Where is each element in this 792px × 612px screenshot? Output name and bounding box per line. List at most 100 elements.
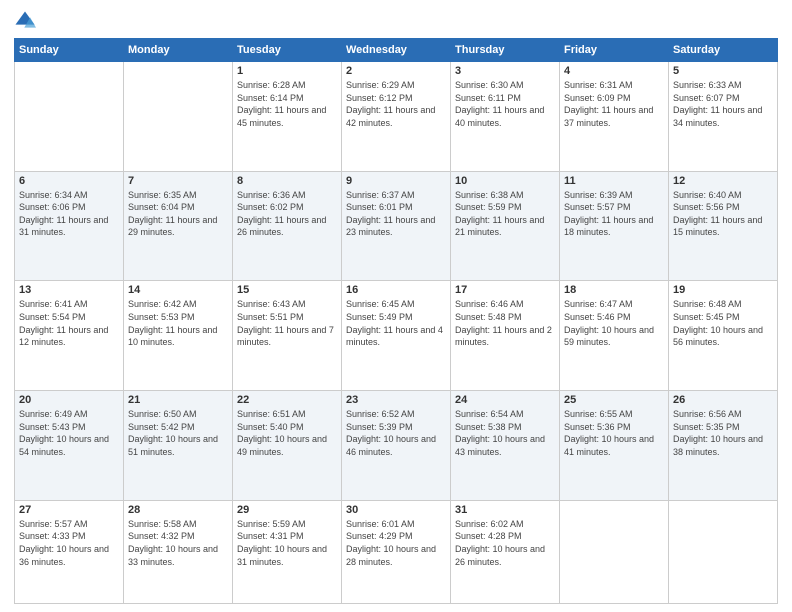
- day-info: Sunrise: 6:42 AMSunset: 5:53 PMDaylight:…: [128, 298, 228, 348]
- day-number: 29: [237, 504, 337, 516]
- day-info: Sunrise: 6:51 AMSunset: 5:40 PMDaylight:…: [237, 408, 337, 458]
- calendar-cell: 1Sunrise: 6:28 AMSunset: 6:14 PMDaylight…: [233, 62, 342, 172]
- day-info: Sunrise: 6:50 AMSunset: 5:42 PMDaylight:…: [128, 408, 228, 458]
- calendar-cell: 18Sunrise: 6:47 AMSunset: 5:46 PMDayligh…: [560, 281, 669, 391]
- calendar-cell: 26 Sunrise: 6:56 AMSunset: 5:35 PMDayligh…: [669, 391, 778, 501]
- calendar-cell: 28 Sunrise: 5:58 AMSunset: 4:32 PMDayligh…: [124, 500, 233, 603]
- day-header-monday: Monday: [124, 39, 233, 62]
- calendar-cell: 10 Sunrise: 6:38 AMSunset: 5:59 PMDayligh…: [451, 171, 560, 281]
- day-info: Sunrise: 5:59 AMSunset: 4:31 PMDaylight:…: [237, 518, 337, 568]
- day-number: 16: [346, 284, 446, 296]
- calendar-cell: 25 Sunrise: 6:55 AMSunset: 5:36 PMDayligh…: [560, 391, 669, 501]
- day-number: 11: [564, 175, 664, 187]
- calendar-week-row: 6 Sunrise: 6:34 AMSunset: 6:06 PMDaylight…: [15, 171, 778, 281]
- day-number: 22: [237, 394, 337, 406]
- calendar-cell: 23 Sunrise: 6:52 AMSunset: 5:39 PMDayligh…: [342, 391, 451, 501]
- day-number: 7: [128, 175, 228, 187]
- day-header-wednesday: Wednesday: [342, 39, 451, 62]
- day-info: Sunrise: 6:38 AMSunset: 5:59 PMDaylight:…: [455, 189, 555, 239]
- calendar-cell: 12 Sunrise: 6:40 AMSunset: 5:56 PMDayligh…: [669, 171, 778, 281]
- calendar-cell: 13 Sunrise: 6:41 AMSunset: 5:54 PMDayligh…: [15, 281, 124, 391]
- day-number: 10: [455, 175, 555, 187]
- day-info: Sunrise: 6:29 AMSunset: 6:12 PMDaylight:…: [346, 79, 446, 129]
- day-header-saturday: Saturday: [669, 39, 778, 62]
- day-number: 25: [564, 394, 664, 406]
- day-number: 23: [346, 394, 446, 406]
- calendar-cell: 20 Sunrise: 6:49 AMSunset: 5:43 PMDayligh…: [15, 391, 124, 501]
- day-info: Sunrise: 6:30 AMSunset: 6:11 PMDaylight:…: [455, 79, 555, 129]
- calendar-cell: 29 Sunrise: 5:59 AMSunset: 4:31 PMDayligh…: [233, 500, 342, 603]
- day-number: 15: [237, 284, 337, 296]
- day-info: Sunrise: 6:52 AMSunset: 5:39 PMDaylight:…: [346, 408, 446, 458]
- day-info: Sunrise: 6:48 AMSunset: 5:45 PMDaylight:…: [673, 298, 773, 348]
- calendar-cell: 21 Sunrise: 6:50 AMSunset: 5:42 PMDayligh…: [124, 391, 233, 501]
- day-info: Sunrise: 6:45 AMSunset: 5:49 PMDaylight:…: [346, 298, 446, 348]
- calendar-table: SundayMondayTuesdayWednesdayThursdayFrid…: [14, 38, 778, 604]
- calendar-cell: 3 Sunrise: 6:30 AMSunset: 6:11 PMDaylight…: [451, 62, 560, 172]
- calendar-cell: 15 Sunrise: 6:43 AMSunset: 5:51 PMDayligh…: [233, 281, 342, 391]
- calendar-cell: 19 Sunrise: 6:48 AMSunset: 5:45 PMDayligh…: [669, 281, 778, 391]
- day-info: Sunrise: 6:36 AMSunset: 6:02 PMDaylight:…: [237, 189, 337, 239]
- day-number: 27: [19, 504, 119, 516]
- calendar-cell: 6 Sunrise: 6:34 AMSunset: 6:06 PMDaylight…: [15, 171, 124, 281]
- day-info: Sunrise: 6:41 AMSunset: 5:54 PMDaylight:…: [19, 298, 119, 348]
- day-info: Sunrise: 6:49 AMSunset: 5:43 PMDaylight:…: [19, 408, 119, 458]
- calendar-week-row: 20 Sunrise: 6:49 AMSunset: 5:43 PMDayligh…: [15, 391, 778, 501]
- calendar-week-row: 13 Sunrise: 6:41 AMSunset: 5:54 PMDayligh…: [15, 281, 778, 391]
- calendar-cell: 14Sunrise: 6:42 AMSunset: 5:53 PMDayligh…: [124, 281, 233, 391]
- calendar-cell: 4Sunrise: 6:31 AMSunset: 6:09 PMDaylight…: [560, 62, 669, 172]
- day-number: 8: [237, 175, 337, 187]
- calendar-cell: 8 Sunrise: 6:36 AMSunset: 6:02 PMDaylight…: [233, 171, 342, 281]
- calendar-week-row: 27 Sunrise: 5:57 AMSunset: 4:33 PMDayligh…: [15, 500, 778, 603]
- calendar-cell: 9 Sunrise: 6:37 AMSunset: 6:01 PMDaylight…: [342, 171, 451, 281]
- day-number: 5: [673, 65, 773, 77]
- day-header-friday: Friday: [560, 39, 669, 62]
- day-number: 12: [673, 175, 773, 187]
- day-number: 9: [346, 175, 446, 187]
- day-number: 21: [128, 394, 228, 406]
- calendar-cell: 7 Sunrise: 6:35 AMSunset: 6:04 PMDaylight…: [124, 171, 233, 281]
- calendar-cell: 5Sunrise: 6:33 AMSunset: 6:07 PMDaylight…: [669, 62, 778, 172]
- day-info: Sunrise: 6:37 AMSunset: 6:01 PMDaylight:…: [346, 189, 446, 239]
- calendar-cell: 22 Sunrise: 6:51 AMSunset: 5:40 PMDayligh…: [233, 391, 342, 501]
- day-info: Sunrise: 6:43 AMSunset: 5:51 PMDaylight:…: [237, 298, 337, 348]
- calendar-cell: 30Sunrise: 6:01 AMSunset: 4:29 PMDayligh…: [342, 500, 451, 603]
- day-number: 6: [19, 175, 119, 187]
- day-info: Sunrise: 6:40 AMSunset: 5:56 PMDaylight:…: [673, 189, 773, 239]
- day-number: 13: [19, 284, 119, 296]
- header: [14, 10, 778, 32]
- day-info: Sunrise: 5:57 AMSunset: 4:33 PMDaylight:…: [19, 518, 119, 568]
- day-info: Sunrise: 6:02 AMSunset: 4:28 PMDaylight:…: [455, 518, 555, 568]
- day-info: Sunrise: 6:34 AMSunset: 6:06 PMDaylight:…: [19, 189, 119, 239]
- day-number: 26: [673, 394, 773, 406]
- calendar-cell: 16 Sunrise: 6:45 AMSunset: 5:49 PMDayligh…: [342, 281, 451, 391]
- calendar-cell: 2 Sunrise: 6:29 AMSunset: 6:12 PMDaylight…: [342, 62, 451, 172]
- calendar-cell: 24Sunrise: 6:54 AMSunset: 5:38 PMDayligh…: [451, 391, 560, 501]
- logo-icon: [14, 10, 36, 32]
- day-info: Sunrise: 5:58 AMSunset: 4:32 PMDaylight:…: [128, 518, 228, 568]
- calendar-cell: [560, 500, 669, 603]
- day-header-sunday: Sunday: [15, 39, 124, 62]
- day-info: Sunrise: 6:39 AMSunset: 5:57 PMDaylight:…: [564, 189, 664, 239]
- day-number: 4: [564, 65, 664, 77]
- day-info: Sunrise: 6:46 AMSunset: 5:48 PMDaylight:…: [455, 298, 555, 348]
- day-number: 19: [673, 284, 773, 296]
- calendar-cell: 11 Sunrise: 6:39 AMSunset: 5:57 PMDayligh…: [560, 171, 669, 281]
- day-header-thursday: Thursday: [451, 39, 560, 62]
- day-number: 2: [346, 65, 446, 77]
- day-number: 3: [455, 65, 555, 77]
- day-number: 20: [19, 394, 119, 406]
- day-number: 17: [455, 284, 555, 296]
- day-number: 28: [128, 504, 228, 516]
- day-info: Sunrise: 6:55 AMSunset: 5:36 PMDaylight:…: [564, 408, 664, 458]
- day-number: 30: [346, 504, 446, 516]
- logo: [14, 10, 38, 32]
- day-info: Sunrise: 6:35 AMSunset: 6:04 PMDaylight:…: [128, 189, 228, 239]
- calendar-cell: [15, 62, 124, 172]
- calendar-header-row: SundayMondayTuesdayWednesdayThursdayFrid…: [15, 39, 778, 62]
- calendar-cell: 31Sunrise: 6:02 AMSunset: 4:28 PMDayligh…: [451, 500, 560, 603]
- calendar-week-row: 1Sunrise: 6:28 AMSunset: 6:14 PMDaylight…: [15, 62, 778, 172]
- calendar-cell: 27 Sunrise: 5:57 AMSunset: 4:33 PMDayligh…: [15, 500, 124, 603]
- day-info: Sunrise: 6:54 AMSunset: 5:38 PMDaylight:…: [455, 408, 555, 458]
- day-info: Sunrise: 6:56 AMSunset: 5:35 PMDaylight:…: [673, 408, 773, 458]
